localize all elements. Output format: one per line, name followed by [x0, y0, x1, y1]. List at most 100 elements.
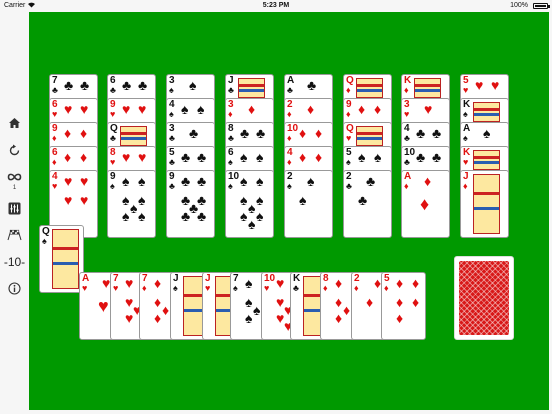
card-suit: ♣	[169, 133, 175, 143]
suit-pip: ♠	[256, 192, 264, 208]
suit-pip: ♠	[138, 173, 146, 189]
settings-button[interactable]	[0, 198, 29, 218]
card-suit: ♥	[205, 283, 211, 293]
suit-pip: ♣	[432, 149, 442, 165]
suit-pip: ♦	[412, 275, 420, 291]
face-stripe	[474, 112, 499, 116]
suit-pip: ♦	[80, 125, 88, 141]
card-suit: ♥	[113, 283, 119, 293]
face-stripe	[53, 261, 78, 265]
face-stripe	[357, 136, 382, 140]
card-suit: ♣	[404, 157, 410, 167]
card-suit: ♦	[287, 157, 292, 167]
suit-pip: ♦	[154, 310, 162, 326]
game-screen: Carrier 5:23 PM 100% 1 -10- 7 ♣ ♣ ♣ 6 ♥ …	[0, 0, 552, 414]
info-button[interactable]	[0, 278, 29, 298]
card-suit: ♠	[110, 181, 115, 191]
card-suit: ♣	[293, 283, 299, 293]
suit-pip: ♣	[358, 192, 368, 208]
suit-pip: ♠	[122, 208, 130, 224]
suit-pip: ♦	[315, 125, 323, 141]
suit-pip: ♠	[245, 294, 253, 310]
playing-card[interactable]: 2 ♠ ♠ ♠	[284, 170, 333, 238]
face-stripe	[474, 156, 499, 160]
suit-pip: ♥	[138, 149, 147, 165]
suit-pip: ♦	[358, 101, 366, 117]
suit-pip: ♦	[335, 275, 343, 291]
face-stripe	[474, 206, 499, 210]
status-bar: Carrier 5:23 PM 100%	[0, 0, 552, 12]
suit-pip: ♠	[245, 275, 253, 291]
settings-sliders-icon	[8, 202, 21, 215]
new-game-button[interactable]	[0, 225, 29, 245]
bottom-strip	[0, 410, 552, 414]
face-stripe	[121, 136, 146, 140]
playing-card[interactable]: J ♦	[460, 170, 509, 238]
suit-pip: ♣	[80, 77, 90, 93]
face-card-art	[356, 126, 383, 146]
suit-pip: ♣	[189, 200, 199, 216]
playing-card[interactable]: A ♦ ♦ ♦	[401, 170, 450, 238]
card-suit: ♣	[346, 181, 352, 191]
suit-pip: ♠	[248, 200, 256, 216]
suit-pip: ♠	[256, 208, 264, 224]
card-suit: ♠	[463, 133, 468, 143]
autoplay-icon	[7, 172, 22, 182]
card-suit: ♥	[52, 109, 58, 119]
card-suit: ♥	[463, 85, 469, 95]
face-stripe	[239, 84, 264, 88]
card-suit: ♦	[142, 283, 147, 293]
card-suit: ♣	[52, 85, 58, 95]
suit-pip: ♥	[80, 173, 89, 189]
suit-pip: ♥	[138, 101, 147, 117]
stock-pile[interactable]	[454, 256, 514, 340]
suit-pip: ♦	[162, 302, 170, 318]
suit-pip: ♥	[98, 296, 109, 316]
card-suit: ♦	[52, 157, 57, 167]
face-card-art	[120, 126, 147, 146]
suit-pip: ♣	[197, 149, 207, 165]
suit-pip: ♠	[189, 77, 197, 93]
suit-pip: ♥	[122, 101, 131, 117]
card-suit: ♦	[404, 181, 409, 191]
suit-pip: ♣	[138, 77, 148, 93]
playing-card[interactable]: 2 ♣ ♣ ♣	[343, 170, 392, 238]
autoplay-button[interactable]	[0, 167, 29, 187]
card-suit: ♠	[233, 283, 238, 293]
playing-card[interactable]: 9 ♠ ♠ ♠ ♠ ♠ ♠ ♠ ♠	[107, 170, 156, 238]
playing-card[interactable]: 10 ♠ ♠ ♠ ♠ ♠ ♠ ♠ ♠ ♠	[225, 170, 274, 238]
card-suit: ♦	[287, 133, 292, 143]
suit-pip: ♦	[64, 149, 72, 165]
card-suit: ♣	[169, 181, 175, 191]
undo-button[interactable]	[0, 140, 29, 160]
face-stripe	[357, 84, 382, 88]
clock: 5:23 PM	[262, 2, 290, 9]
face-stripe	[53, 247, 78, 251]
suit-pip: ♠	[299, 192, 307, 208]
home-icon	[8, 117, 21, 129]
suit-pip: ♦	[64, 125, 72, 141]
card-suit: ♦	[354, 283, 359, 293]
playing-card[interactable]: 9 ♣ ♣ ♣ ♣ ♣ ♣ ♣ ♣	[166, 170, 215, 238]
card-suit: ♦	[287, 109, 292, 119]
suit-pip: ♥	[64, 101, 73, 117]
suit-pip: ♦	[420, 194, 430, 214]
suit-pip: ♠	[483, 125, 491, 141]
waste-card[interactable]: Q ♠	[39, 225, 84, 293]
waste-card[interactable]: 5 ♦ ♦ ♦ ♦ ♦ ♦	[381, 272, 426, 340]
card-suit: ♣	[404, 133, 410, 143]
suit-pip: ♣	[240, 125, 250, 141]
card-suit: ♥	[110, 109, 116, 119]
suit-pip: ♠	[197, 101, 205, 117]
suit-pip: ♥	[475, 77, 484, 93]
suit-pip: ♣	[189, 125, 199, 141]
suit-pip: ♠	[256, 149, 264, 165]
suit-pip: ♣	[432, 125, 442, 141]
suit-pip: ♥	[64, 173, 73, 189]
home-button[interactable]	[0, 113, 29, 133]
autoplay-badge: 1	[12, 185, 17, 191]
suit-pip: ♦	[80, 149, 88, 165]
card-suit: ♥	[463, 157, 469, 167]
suit-pip: ♦	[396, 310, 404, 326]
suit-pip: ♦	[335, 310, 343, 326]
